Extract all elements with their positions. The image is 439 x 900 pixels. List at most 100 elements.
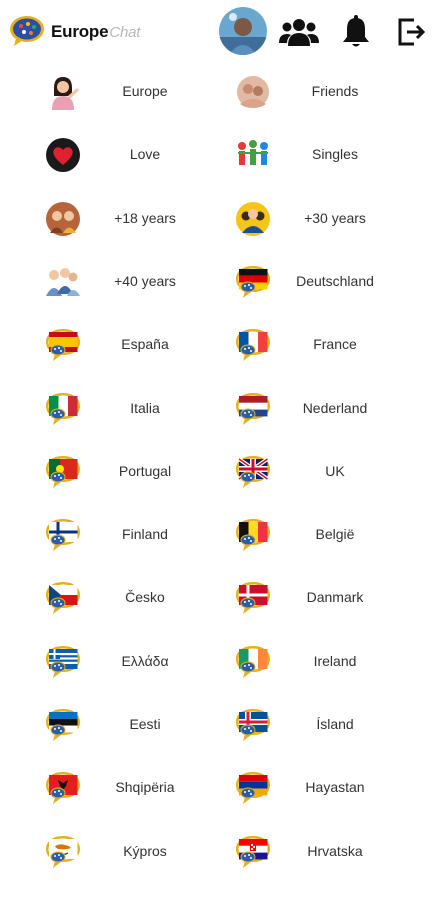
room-label: Italia xyxy=(130,399,160,416)
room-label: UK xyxy=(325,462,345,479)
room-item-flag-fi[interactable]: Finland xyxy=(42,503,242,566)
room-item-flag-es[interactable]: España xyxy=(42,313,242,376)
flag-de-icon xyxy=(234,264,272,300)
room-row: Europe Friends xyxy=(0,60,439,123)
logout-button[interactable] xyxy=(392,12,432,52)
flag-pt-icon xyxy=(44,454,82,490)
brand-main: Europe xyxy=(51,22,109,41)
friends-group-icon xyxy=(279,19,319,46)
room-item-flag-cy[interactable]: Kýpros xyxy=(42,820,242,883)
adult-group-icon xyxy=(234,201,272,237)
flag-hr-icon xyxy=(234,834,272,870)
room-label: Nederland xyxy=(302,399,368,416)
room-label: Portugal xyxy=(118,462,172,479)
room-item-friends-avatar[interactable]: Friends xyxy=(232,60,432,123)
room-item-flag-dk[interactable]: Danmark xyxy=(232,566,432,629)
room-item-adult-group[interactable]: +30 years xyxy=(232,187,432,250)
room-row: España France xyxy=(0,313,439,376)
room-row: Finland België xyxy=(0,503,439,566)
top-bar: EuropeChat xyxy=(0,0,439,64)
flag-dk-icon xyxy=(234,580,272,616)
room-label: France xyxy=(313,336,357,353)
room-row: +40 years Deutschland xyxy=(0,250,439,313)
room-label: Singles xyxy=(312,146,358,163)
room-label: Friends xyxy=(311,83,359,99)
flag-ie-icon xyxy=(234,644,272,680)
singles-icon xyxy=(234,137,272,173)
room-item-flag-ee[interactable]: Eesti xyxy=(42,693,242,756)
room-label: Eesti xyxy=(129,716,161,732)
notifications-button[interactable] xyxy=(336,12,376,52)
room-item-flag-fr[interactable]: France xyxy=(232,313,432,376)
room-label: Shqipëria xyxy=(115,779,175,796)
room-label: Kýpros xyxy=(123,842,167,859)
room-item-flag-is[interactable]: Ísland xyxy=(232,693,432,756)
room-item-flag-ie[interactable]: Ireland xyxy=(232,630,432,693)
flag-uk-icon xyxy=(234,454,272,490)
room-row: Kýpros Hrvatska xyxy=(0,820,439,883)
woman-icon xyxy=(44,74,82,110)
room-label: Danmark xyxy=(306,589,364,606)
room-item-flag-hr[interactable]: Hrvatska xyxy=(232,820,432,883)
room-item-flag-nl[interactable]: Nederland xyxy=(232,377,432,440)
room-row: Portugal UK xyxy=(0,440,439,503)
flag-cz-icon xyxy=(44,580,82,616)
room-label: Ireland xyxy=(313,652,357,669)
heart-icon xyxy=(44,137,82,173)
room-label: Hrvatska xyxy=(307,842,363,859)
senior-group-icon xyxy=(44,264,82,300)
room-label: België xyxy=(315,526,355,543)
room-label: Love xyxy=(129,146,161,163)
young-couple-icon xyxy=(44,201,82,237)
room-label: Hayastan xyxy=(305,779,365,796)
room-label: +40 years xyxy=(114,272,176,289)
room-item-heart[interactable]: Love xyxy=(42,123,242,186)
flag-is-icon xyxy=(234,707,272,743)
bell-icon xyxy=(343,15,369,47)
room-item-senior-group[interactable]: +40 years xyxy=(42,250,242,313)
room-item-flag-be[interactable]: België xyxy=(232,503,432,566)
room-label: Ελλάδα xyxy=(121,652,169,669)
app-brand: EuropeChat xyxy=(51,22,140,42)
room-item-singles[interactable]: Singles xyxy=(232,123,432,186)
profile-avatar[interactable] xyxy=(219,7,267,55)
flag-es-icon xyxy=(44,327,82,363)
friends-button[interactable] xyxy=(279,12,319,52)
room-item-flag-uk[interactable]: UK xyxy=(232,440,432,503)
room-label: Europe xyxy=(122,83,168,99)
room-row: Ελλάδα Ireland xyxy=(0,630,439,693)
room-item-woman[interactable]: Europe xyxy=(42,60,242,123)
room-label: +30 years xyxy=(304,209,366,226)
room-item-flag-it[interactable]: Italia xyxy=(42,377,242,440)
room-item-young-couple[interactable]: +18 years xyxy=(42,187,242,250)
room-row: Shqipëria Hayastan xyxy=(0,756,439,819)
room-item-flag-cz[interactable]: Česko xyxy=(42,566,242,629)
flag-al-icon xyxy=(44,770,82,806)
room-label: +18 years xyxy=(114,209,176,226)
flag-be-icon xyxy=(234,517,272,553)
flag-am-icon xyxy=(234,770,272,806)
flag-cy-icon xyxy=(44,834,82,870)
room-item-flag-de[interactable]: Deutschland xyxy=(232,250,432,313)
flag-fi-icon xyxy=(44,517,82,553)
room-label: Finland xyxy=(122,526,168,543)
room-item-flag-al[interactable]: Shqipëria xyxy=(42,756,242,819)
room-row: Eesti Ísland xyxy=(0,693,439,756)
flag-it-icon xyxy=(44,391,82,427)
room-row: Česko Danmark xyxy=(0,566,439,629)
flag-gr-icon xyxy=(44,644,82,680)
room-item-flag-pt[interactable]: Portugal xyxy=(42,440,242,503)
room-item-flag-gr[interactable]: Ελλάδα xyxy=(42,630,242,693)
avatar-image xyxy=(219,7,267,55)
friends-avatar-icon xyxy=(234,74,272,110)
room-label: Deutschland xyxy=(296,272,374,289)
flag-nl-icon xyxy=(234,391,272,427)
flag-fr-icon xyxy=(234,327,272,363)
room-label: Česko xyxy=(125,589,165,606)
room-row: Italia Nederland xyxy=(0,377,439,440)
room-row: Love Singles xyxy=(0,123,439,186)
room-label: España xyxy=(121,336,169,353)
room-item-flag-am[interactable]: Hayastan xyxy=(232,756,432,819)
room-label: Ísland xyxy=(316,716,354,732)
app-logo-icon xyxy=(10,16,44,46)
